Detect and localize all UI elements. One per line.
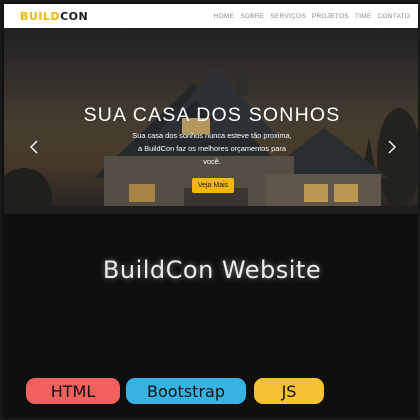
hero-description-line1: Sua casa dos sonhos nunca esteve tão pro… xyxy=(132,131,292,140)
nav-link-time[interactable]: TIME xyxy=(355,13,372,20)
navbar: BUILDCON HOME SOBRE SERVIÇOS PROJETOS TI… xyxy=(4,4,418,28)
tech-badge-html: HTML xyxy=(26,378,120,404)
project-info-section: BuildCon Website HTML Bootstrap JS xyxy=(4,214,418,418)
hero-description-line2: a BuildCon faz os melhores orçamentos pa… xyxy=(138,144,286,153)
see-more-button[interactable]: Veja Mais xyxy=(192,178,234,193)
brand-logo-part1: BUILD xyxy=(20,9,61,23)
brand-logo[interactable]: BUILDCON xyxy=(20,10,88,23)
nav-link-projetos[interactable]: PROJETOS xyxy=(312,13,349,20)
tech-badge-bootstrap: Bootstrap xyxy=(126,378,246,404)
nav-link-home[interactable]: HOME xyxy=(214,13,235,20)
nav-link-contato[interactable]: CONTATO xyxy=(377,13,410,20)
nav-link-servicos[interactable]: SERVIÇOS xyxy=(270,13,306,20)
nav-links: HOME SOBRE SERVIÇOS PROJETOS TIME CONTAT… xyxy=(214,13,410,20)
carousel-prev-chevron-left-icon[interactable] xyxy=(28,140,40,154)
hero-title: SUA CASA DOS SONHOS xyxy=(83,104,341,126)
screenshot-frame: BUILDCON HOME SOBRE SERVIÇOS PROJETOS TI… xyxy=(0,0,420,420)
brand-logo-part2: CON xyxy=(60,9,89,23)
hero-carousel: SUA CASA DOS SONHOS Sua casa dos sonhos … xyxy=(4,28,418,214)
nav-link-sobre[interactable]: SOBRE xyxy=(240,13,264,20)
hero-description: Sua casa dos sonhos nunca esteve tão pro… xyxy=(112,129,312,168)
project-title: BuildCon Website xyxy=(102,256,322,284)
carousel-next-chevron-right-icon[interactable] xyxy=(386,140,398,154)
hero-description-line3: você. xyxy=(203,157,221,166)
tech-badge-js: JS xyxy=(254,378,324,404)
